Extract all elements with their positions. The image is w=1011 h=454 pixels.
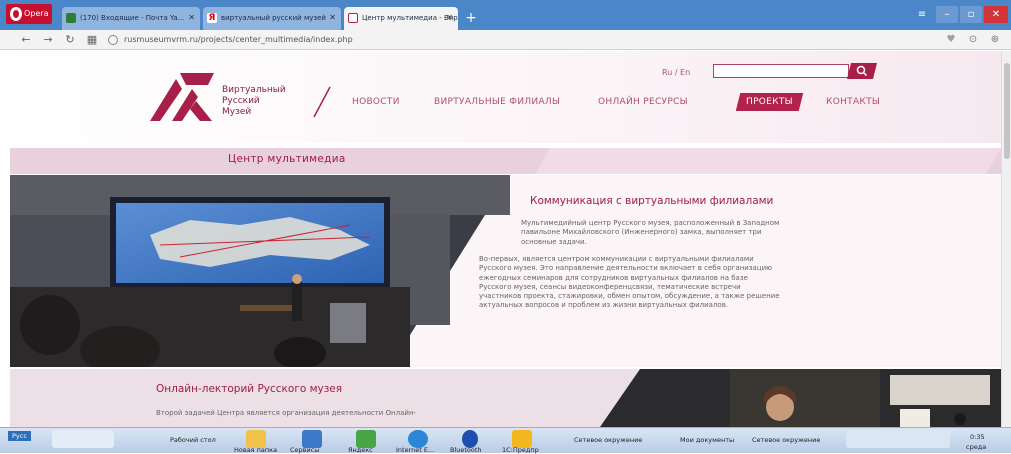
extension-icon[interactable]: ⊕	[988, 33, 1002, 47]
paragraph-line: Русского музея. Это направление деятельн…	[479, 264, 773, 273]
mail-tab-icon	[66, 13, 76, 23]
minimize-button[interactable]: –	[936, 6, 958, 23]
section-title-band: Центр мультимедиа	[10, 148, 1001, 174]
yandex-tab-icon: Я	[207, 13, 217, 23]
scrollbar-thumb[interactable]	[1004, 63, 1010, 159]
download-icon[interactable]: ⊙	[966, 33, 980, 47]
quick-launch-icons[interactable]	[52, 430, 114, 448]
tab-label: (170) Входящие - Почта Ya...	[80, 14, 185, 22]
paragraph-line: участников проекта, стажировки, обмен оп…	[479, 292, 780, 301]
museum-logo-icon[interactable]	[146, 65, 218, 127]
tab-label: Центр мультимедиа - Виртуальный	[362, 14, 458, 22]
taskbar-window-documents[interactable]: Мои документы	[680, 436, 734, 444]
tab-list-icon[interactable]: ≡	[912, 6, 932, 23]
language-switch[interactable]: Ru / En	[662, 68, 690, 77]
tab-label: виртуальный русский музей	[221, 14, 326, 22]
paragraph-line: актуальных вопросов и проблем из жизни в…	[479, 301, 729, 310]
url-text: rusmuseumvrm.ru/projects/center_multimed…	[124, 35, 353, 44]
address-bar: ← → ↻ ▦ rusmuseumvrm.ru/projects/center_…	[0, 30, 1011, 50]
tab-close-icon[interactable]: ✕	[329, 7, 336, 29]
multimedia-center-photo	[10, 175, 510, 367]
menu-item-news[interactable]: НОВОСТИ	[352, 95, 400, 109]
paragraph-line: основные задачи.	[521, 237, 587, 246]
menu-item-online-resources[interactable]: ОНЛАЙН РЕСУРСЫ	[598, 95, 688, 109]
feature-communication: Коммуникация с виртуальными филиалами Му…	[10, 175, 1001, 367]
page-title: Центр мультимедиа	[228, 153, 346, 165]
tab-yandex[interactable]: Я виртуальный русский музей ✕	[203, 7, 341, 30]
forward-arrow-icon[interactable]: →	[40, 32, 56, 48]
feature-title: Онлайн-лекторий Русского музея	[156, 383, 343, 395]
reload-icon[interactable]: ↻	[62, 32, 78, 48]
browser-tab-bar: Opera (170) Входящие - Почта Ya... ✕ Я в…	[0, 0, 1011, 30]
tab-mail[interactable]: (170) Входящие - Почта Ya... ✕	[62, 7, 200, 30]
paragraph-line: павильоне Михайловского (Инженерного) за…	[521, 228, 762, 237]
language-indicator[interactable]: Русс	[8, 431, 31, 441]
feature-paragraph: Второй задачей Центра является организац…	[156, 409, 417, 417]
paragraph-line: Мультимедийный центр Русского музея, рас…	[521, 219, 780, 227]
tab-close-icon[interactable]: ✕	[446, 7, 453, 29]
clock[interactable]: 0:35	[970, 433, 985, 441]
logo-text[interactable]: Виртуальный Русский Музей	[222, 85, 286, 118]
system-tray-icons[interactable]	[846, 430, 950, 448]
opera-label: Opera	[24, 9, 49, 18]
band-decoration	[534, 148, 1001, 174]
search-input[interactable]	[713, 64, 849, 78]
logo-line: Виртуальный	[222, 85, 286, 95]
clock-day: среда	[966, 443, 987, 451]
feature-paragraph-2: Во-первых, является центром коммуникации…	[479, 255, 780, 311]
opera-menu-button[interactable]: Opera	[6, 4, 52, 24]
menu-item-virtual-branches[interactable]: ВИРТУАЛЬНЫЕ ФИЛИАЛЫ	[434, 95, 560, 109]
lecture-photo	[600, 369, 1001, 427]
museum-tab-icon	[348, 13, 358, 23]
feature-online-lectures: Онлайн-лекторий Русского музея Второй за…	[10, 369, 1001, 427]
site-header: Виртуальный Русский Музей НОВОСТИ ВИРТУА…	[0, 51, 1001, 143]
paragraph-line: Во-первых, является центром коммуникации…	[479, 255, 754, 263]
feature-title: Коммуникация с виртуальными филиалами	[530, 195, 774, 207]
back-arrow-icon[interactable]: ←	[18, 32, 34, 48]
speed-dial-icon[interactable]: ▦	[84, 32, 100, 48]
windows-taskbar: Русс Рабочий стол Новая папка Сервисы Ян…	[0, 427, 1011, 454]
heart-bookmark-icon[interactable]: ♥	[944, 33, 958, 47]
taskbar-window-network-2[interactable]: Сетевое окружение	[752, 436, 820, 444]
url-field[interactable]: rusmuseumvrm.ru/projects/center_multimed…	[108, 33, 528, 47]
opera-logo-icon	[10, 7, 22, 21]
page-viewport: Виртуальный Русский Музей НОВОСТИ ВИРТУА…	[0, 51, 1001, 427]
vertical-scrollbar[interactable]	[1001, 51, 1011, 427]
menu-item-projects[interactable]: ПРОЕКТЫ	[735, 93, 804, 111]
logo-divider-slash	[313, 86, 331, 118]
taskbar-window-network[interactable]: Сетевое окружение	[574, 436, 642, 444]
logo-line: Русский	[222, 96, 260, 106]
taskbar-desktop[interactable]: Рабочий стол	[170, 436, 216, 444]
logo-line: Музей	[222, 107, 252, 117]
tab-close-icon[interactable]: ✕	[188, 7, 195, 29]
feature-paragraph-1: Мультимедийный центр Русского музея, рас…	[521, 219, 779, 247]
menu-item-label: ПРОЕКТЫ	[746, 97, 793, 107]
close-window-button[interactable]: ✕	[984, 6, 1008, 23]
paragraph-line: ежегодных семинаров для сотрудников вирт…	[479, 273, 748, 282]
globe-icon	[108, 34, 118, 45]
menu-item-contacts[interactable]: КОНТАКТЫ	[826, 95, 880, 109]
maximize-button[interactable]: ▫	[960, 6, 982, 23]
new-tab-button[interactable]: +	[462, 10, 480, 26]
search-button[interactable]	[847, 63, 877, 79]
tab-multimedia-center[interactable]: Центр мультимедиа - Виртуальный ✕	[344, 7, 458, 30]
paragraph-line: Русского музея, сеансы видеоконференцсвя…	[479, 282, 741, 291]
search-icon	[856, 65, 868, 77]
